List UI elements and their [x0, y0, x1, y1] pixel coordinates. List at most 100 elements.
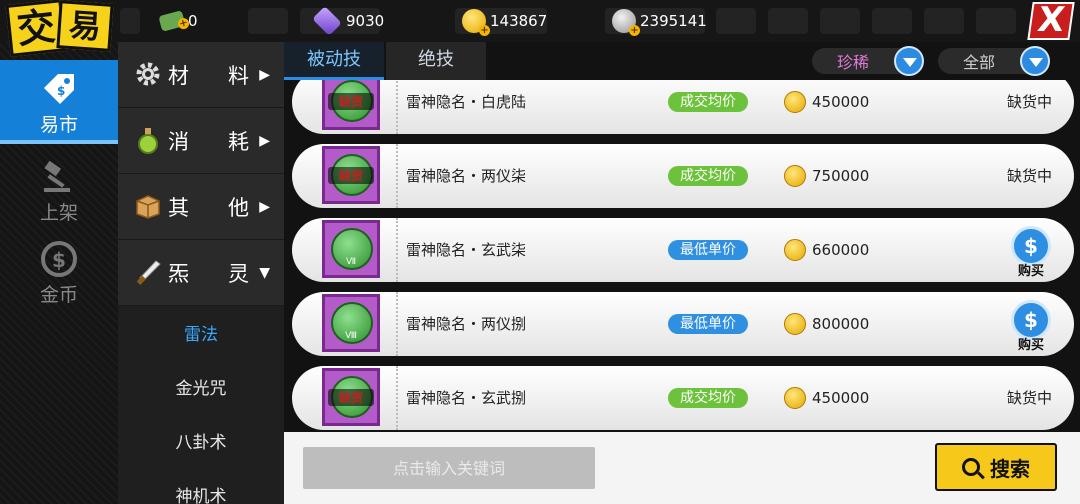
- listing-row[interactable]: 缺货 雷神隐名・白虎陆 成交均价 450000 缺货中: [292, 80, 1074, 134]
- header-slot: [872, 8, 912, 34]
- plus-icon: +: [629, 25, 640, 36]
- item-name: 雷神隐名・两仪柒: [406, 167, 527, 185]
- price-type-tag: 成交均价: [668, 388, 748, 408]
- gold-value: 143867: [490, 12, 548, 30]
- category-label-1: 消: [168, 129, 219, 154]
- gold-coin-icon: [784, 91, 806, 113]
- cash-currency[interactable]: + 0: [158, 7, 198, 35]
- subcategory-golden-light[interactable]: 金光咒: [118, 362, 284, 416]
- left-nav: $ 易市 上架 $ 金币: [0, 42, 118, 504]
- scope-dropdown[interactable]: 全部: [938, 46, 1050, 76]
- price-type-tag: 最低单价: [668, 240, 748, 260]
- search-bar: 搜索: [284, 432, 1080, 504]
- category-materials[interactable]: 材 料 ▶: [118, 42, 284, 108]
- nav-item-list[interactable]: 上架: [0, 148, 118, 232]
- main-panel: 被动技 绝技 珍稀 全部 缺货 雷神隐名・白虎陆 成交均价 450000 缺货中…: [284, 42, 1080, 504]
- nav-item-gold[interactable]: $ 金币: [0, 230, 118, 314]
- category-spirit[interactable]: 炁 灵 ▼: [118, 240, 284, 306]
- gavel-icon: [40, 158, 78, 196]
- logo-char-2: 易: [56, 0, 114, 52]
- skill-level: Ⅷ: [345, 331, 357, 341]
- cash-value: 0: [188, 12, 198, 30]
- header-slot: [716, 8, 756, 34]
- listing-row[interactable]: 缺货 雷神隐名・玄武捌 成交均价 450000 缺货中: [292, 366, 1074, 430]
- header-slot: [976, 8, 1016, 34]
- item-price: 660000: [812, 241, 870, 259]
- buy-button[interactable]: $ 购买: [1008, 226, 1054, 280]
- buy-button[interactable]: $ 购买: [1008, 300, 1054, 354]
- listing-row[interactable]: Ⅶ 雷神隐名・玄武柒 最低单价 660000 $ 购买: [292, 218, 1074, 282]
- subcategory-bagua[interactable]: 八卦术: [118, 416, 284, 470]
- header-slot: [820, 8, 860, 34]
- cash-icon: +: [158, 10, 191, 32]
- gold-coin-icon: [784, 239, 806, 261]
- item-name: 雷神隐名・玄武柒: [406, 241, 527, 259]
- subcategory-machine[interactable]: 神机术: [118, 470, 284, 504]
- header-slot: [248, 8, 288, 34]
- tab-passive-skill[interactable]: 被动技: [284, 42, 384, 80]
- svg-text:$: $: [57, 84, 65, 98]
- category-label-2: 料: [228, 63, 249, 88]
- price-type-tag: 成交均价: [668, 92, 748, 112]
- item-price: 450000: [812, 389, 870, 407]
- search-button-label: 搜索: [990, 456, 1030, 481]
- price-type-tag: 最低单价: [668, 314, 748, 334]
- tab-ultimate-skill[interactable]: 绝技: [386, 42, 486, 80]
- listing-row[interactable]: Ⅷ 雷神隐名・两仪捌 最低单价 800000 $ 购买: [292, 292, 1074, 356]
- gem-value: 9030: [346, 12, 385, 30]
- gem-icon: [312, 6, 342, 36]
- item-name: 雷神隐名・玄武捌: [406, 389, 527, 407]
- blade-icon: [134, 258, 164, 288]
- gold-currency[interactable]: + 143867: [462, 7, 548, 36]
- category-consumables[interactable]: 消 耗 ▶: [118, 108, 284, 174]
- nav-item-label: 易市: [39, 114, 78, 136]
- potion-icon: [134, 126, 164, 156]
- sold-out-badge: 缺货: [328, 93, 374, 110]
- nav-item-label: 金币: [39, 284, 78, 306]
- close-button[interactable]: X: [1027, 0, 1075, 40]
- gold-coin-icon: [784, 165, 806, 187]
- category-label-2: 灵: [228, 261, 249, 286]
- listing-list[interactable]: 缺货 雷神隐名・白虎陆 成交均价 450000 缺货中 缺货 雷神隐名・两仪柒 …: [284, 80, 1080, 432]
- gold-coin-icon: +: [462, 9, 490, 36]
- price-tag-icon: $: [40, 70, 78, 108]
- category-label-1: 其: [168, 195, 219, 220]
- box-icon: [134, 192, 164, 222]
- gear-icon: [134, 60, 164, 90]
- trade-logo: 交 易: [5, 0, 118, 60]
- silver-currency[interactable]: + 2395141: [612, 7, 707, 36]
- category-label-2: 他: [228, 195, 249, 220]
- header-slot: [924, 8, 964, 34]
- skill-icon: Ⅶ: [322, 220, 380, 278]
- search-button[interactable]: 搜索: [935, 443, 1057, 491]
- category-label-1: 材: [168, 63, 219, 88]
- item-price: 800000: [812, 315, 870, 333]
- rarity-value: 珍稀: [836, 53, 869, 72]
- category-panel: 材 料 ▶ 消 耗 ▶ 其 他 ▶ 炁 灵 ▼ 雷法 金光咒 八卦术 神机术: [118, 42, 284, 504]
- stock-status: 缺货中: [1006, 167, 1052, 185]
- subcategory-thunder[interactable]: 雷法: [118, 308, 284, 362]
- skill-icon: Ⅷ: [322, 294, 380, 352]
- category-other[interactable]: 其 他 ▶: [118, 174, 284, 240]
- skill-icon: 缺货: [322, 368, 380, 426]
- chevron-down-icon: [894, 46, 924, 76]
- stock-status: 缺货中: [1006, 93, 1052, 111]
- listing-row[interactable]: 缺货 雷神隐名・两仪柒 成交均价 750000 缺货中: [292, 144, 1074, 208]
- header-slot: [768, 8, 808, 34]
- nav-item-market[interactable]: $ 易市: [0, 60, 118, 144]
- chevron-down-icon: ▼: [259, 264, 270, 281]
- chevron-down-icon: [1020, 46, 1050, 76]
- skill-icon: 缺货: [322, 80, 380, 130]
- silver-coin-icon: +: [612, 9, 640, 36]
- silver-value: 2395141: [640, 12, 707, 30]
- item-price: 450000: [812, 93, 870, 111]
- search-input[interactable]: [303, 447, 595, 489]
- skill-level: Ⅶ: [345, 257, 357, 267]
- gem-currency[interactable]: 9030: [312, 6, 385, 36]
- item-price: 750000: [812, 167, 870, 185]
- search-icon: [962, 458, 980, 476]
- sold-out-badge: 缺货: [328, 389, 374, 406]
- rarity-dropdown[interactable]: 珍稀: [812, 46, 924, 76]
- nav-item-label: 上架: [39, 202, 78, 224]
- price-type-tag: 成交均价: [668, 166, 748, 186]
